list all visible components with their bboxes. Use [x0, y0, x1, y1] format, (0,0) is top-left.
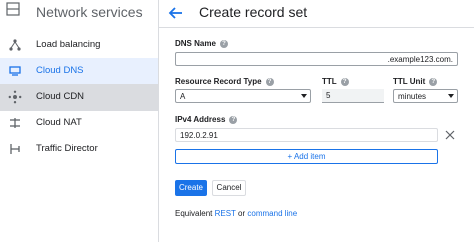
traffic-director-icon [10, 144, 20, 154]
sidebar-item-cloud-nat[interactable]: Cloud NAT [0, 110, 158, 137]
chevron-down-icon [301, 94, 307, 98]
cancel-button[interactable]: Cancel [212, 180, 246, 196]
add-item-label: Add item [293, 152, 326, 161]
record-type-select[interactable]: A [175, 89, 311, 103]
dns-name-label-text: DNS Name [175, 39, 216, 48]
help-icon[interactable]: ? [265, 78, 274, 86]
sidebar: Network services Load balancing Cloud DN… [0, 0, 159, 242]
add-item-button[interactable]: + Add item [175, 149, 438, 164]
cloud-nat-icon [10, 118, 20, 128]
sidebar-item-label: Cloud NAT [36, 117, 82, 128]
rest-link[interactable]: REST [215, 209, 236, 218]
sidebar-item-cloud-dns[interactable]: Cloud DNS [0, 58, 158, 85]
ttl-unit-value: minutes [398, 92, 427, 101]
command-line-link[interactable]: command line [247, 209, 297, 218]
network-services-icon [6, 2, 20, 16]
sidebar-item-label: Cloud DNS [36, 65, 84, 76]
chevron-down-icon [448, 94, 454, 98]
ttl-label: TTL? [322, 77, 349, 86]
ipv4-label-text: IPv4 Address [175, 115, 226, 124]
ipv4-value: 192.0.2.91 [180, 131, 218, 140]
ipv4-label: IPv4 Address? [175, 115, 238, 124]
record-type-value: A [180, 92, 186, 101]
equivalent-label: Equivalent [175, 209, 213, 218]
cloud-cdn-icon [8, 90, 22, 104]
record-type-label-text: Resource Record Type [175, 77, 262, 86]
ttl-value: 5 [326, 91, 331, 100]
ttl-unit-select[interactable]: minutes [393, 89, 458, 103]
topbar: Create record set [159, 0, 474, 28]
sidebar-item-cloud-cdn[interactable]: Cloud CDN [0, 84, 158, 111]
sidebar-item-label: Cloud CDN [36, 91, 85, 102]
create-button[interactable]: Create [175, 180, 207, 196]
record-type-label: Resource Record Type? [175, 77, 274, 86]
help-icon[interactable]: ? [429, 78, 438, 86]
sidebar-header: Network services [0, 0, 158, 27]
plus-icon: + [287, 152, 293, 161]
dns-name-value: .example123.com. [387, 55, 453, 64]
sidebar-item-label: Traffic Director [36, 143, 98, 154]
sidebar-item-traffic-director[interactable]: Traffic Director [0, 136, 158, 163]
ttl-unit-label-text: TTL Unit [393, 77, 426, 86]
help-icon[interactable]: ? [340, 78, 349, 86]
dns-name-label: DNS Name? [175, 39, 228, 48]
dns-name-field[interactable]: .example123.com. [175, 52, 458, 66]
or-text: or [238, 209, 246, 218]
close-icon[interactable] [445, 130, 455, 140]
sidebar-item-load-balancing[interactable]: Load balancing [0, 32, 158, 59]
load-balancing-icon [9, 39, 21, 51]
ttl-label-text: TTL [322, 77, 337, 86]
help-icon[interactable]: ? [229, 116, 238, 124]
sidebar-title: Network services [36, 4, 143, 20]
cloud-dns-icon [9, 66, 21, 76]
page-title: Create record set [199, 4, 308, 20]
help-icon[interactable]: ? [219, 40, 228, 48]
ttl-unit-label: TTL Unit? [393, 77, 438, 86]
ttl-input[interactable]: 5 [322, 89, 384, 103]
main-panel: Create record set DNS Name? .example123.… [159, 0, 474, 242]
equivalent-text: Equivalent REST or command line [175, 209, 297, 218]
ipv4-input[interactable]: 192.0.2.91 [175, 128, 438, 142]
sidebar-item-label: Load balancing [36, 39, 101, 50]
back-arrow-icon[interactable] [167, 4, 185, 22]
